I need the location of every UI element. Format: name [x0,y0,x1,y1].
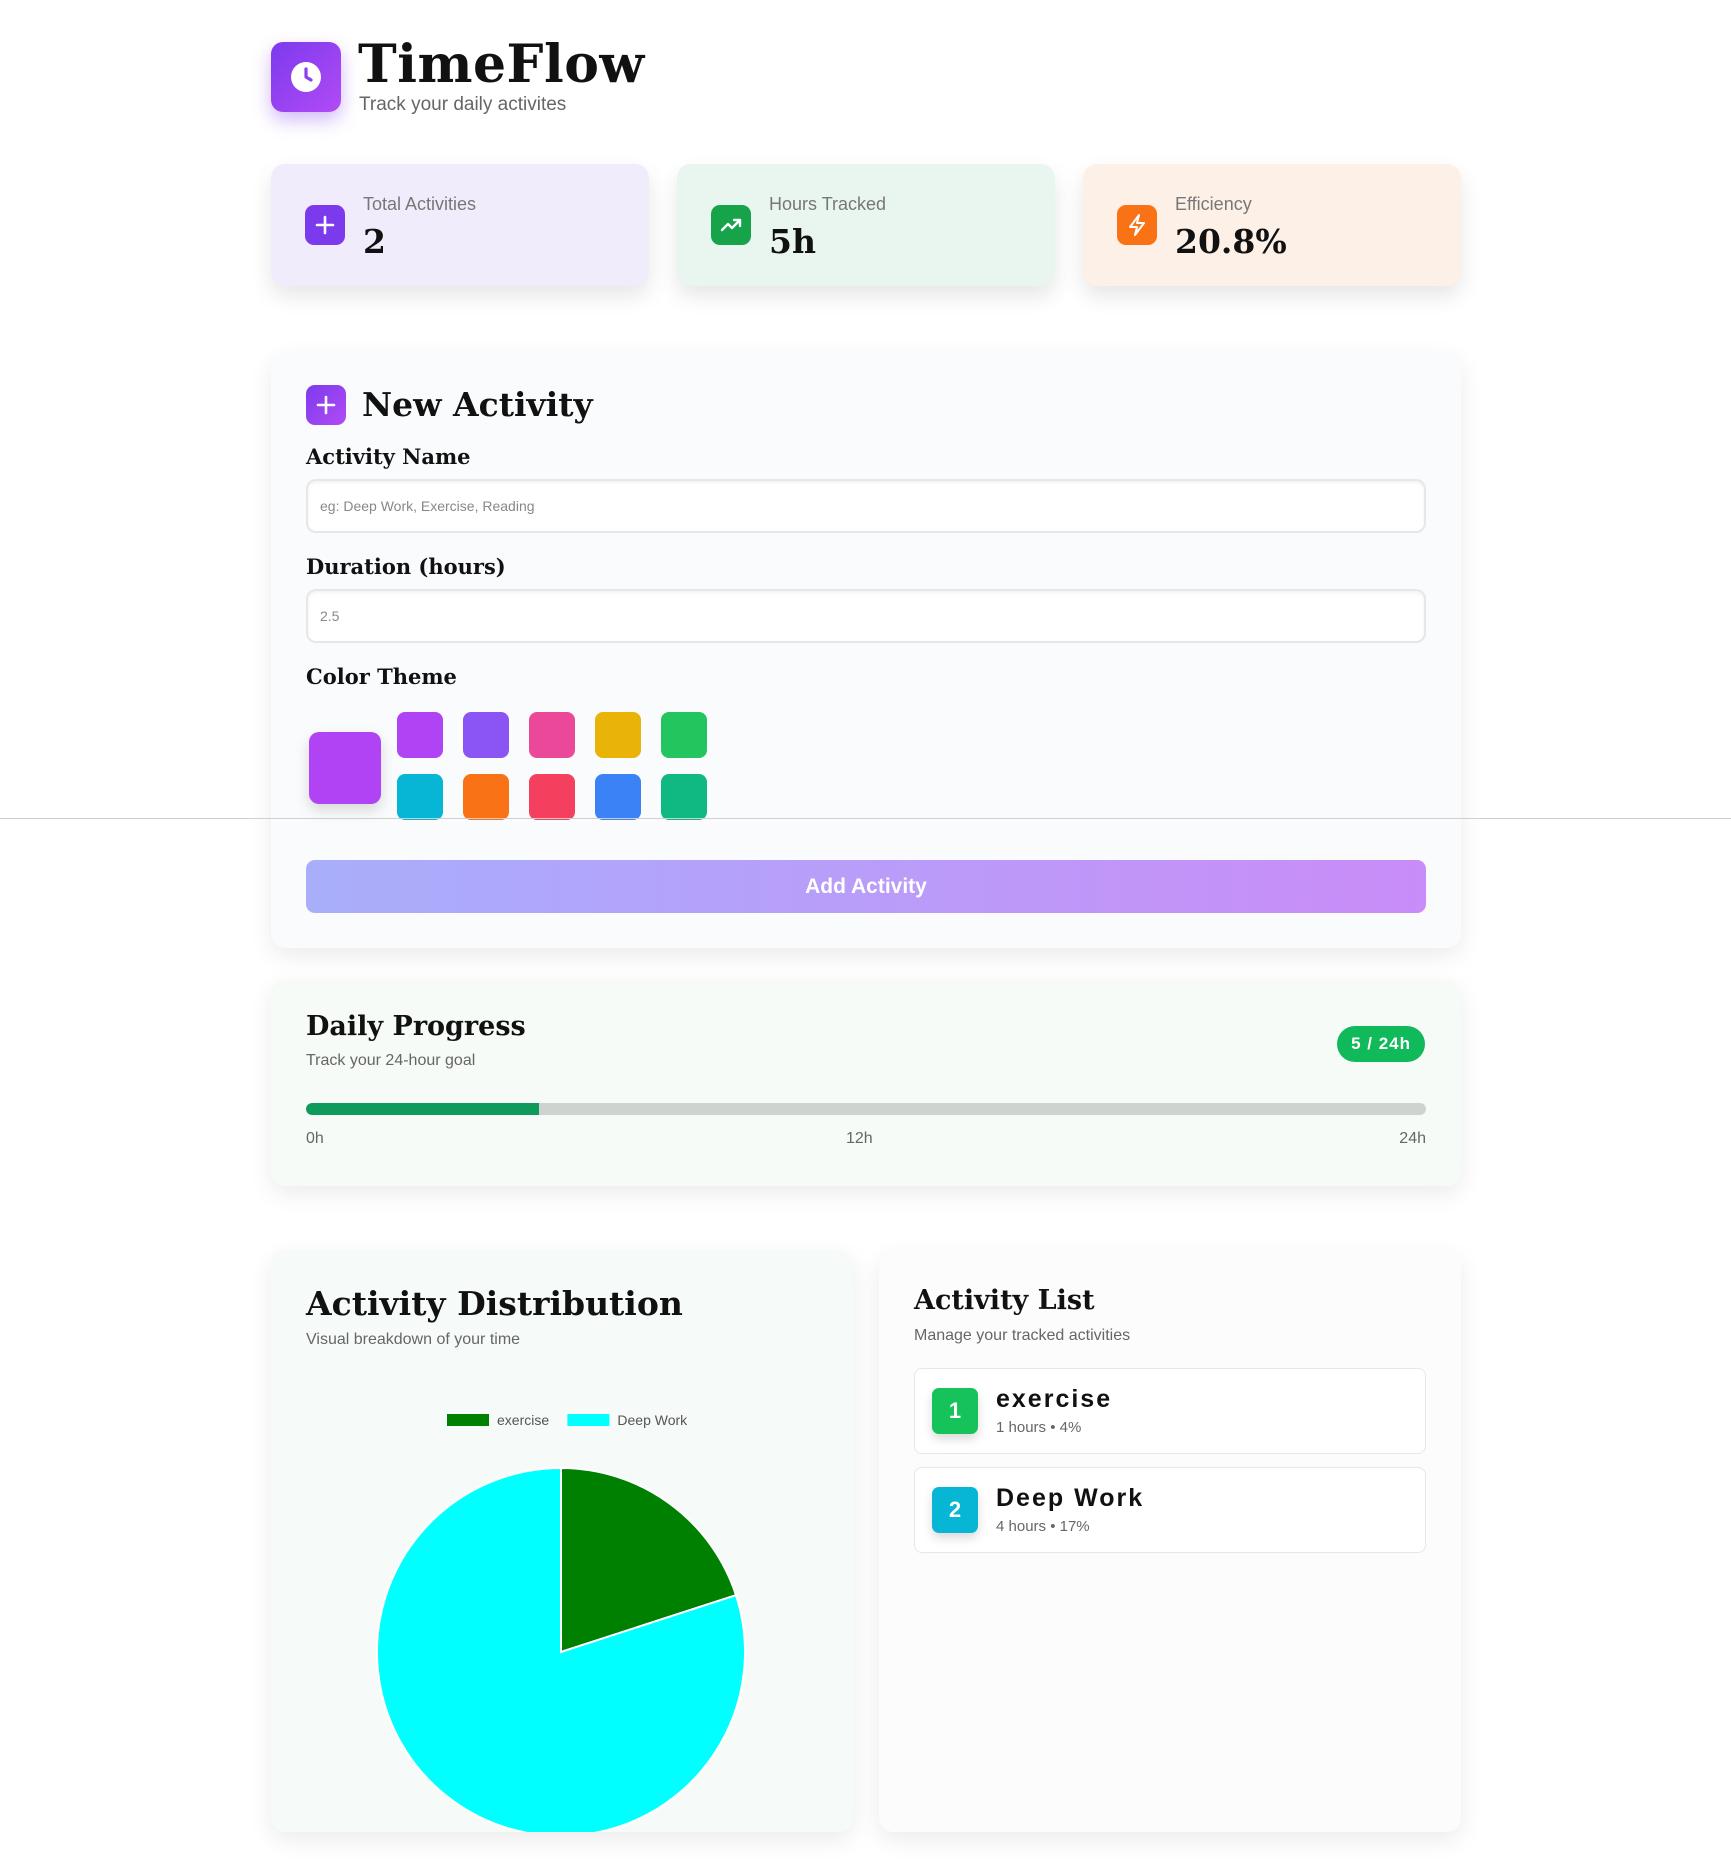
stat-value: 2 [363,222,386,261]
color-swatch[interactable] [397,774,443,820]
progress-fill [306,1103,540,1115]
daily-progress-subtitle: Track your 24-hour goal [306,1052,476,1069]
plus-icon [305,205,345,245]
legend-swatch [567,1414,610,1426]
item-detail: 1 hours • 4% [996,1419,1082,1436]
new-activity-card: New Activity Activity Name Duration (hou… [271,352,1461,948]
legend-swatch [447,1414,489,1426]
stat-card-total-activities: Total Activities 2 [271,164,649,286]
color-swatch[interactable] [529,712,575,758]
stat-label: Total Activities [363,194,477,214]
progress-badge: 5 / 24h [1337,1026,1425,1062]
color-swatch[interactable] [595,774,641,820]
stat-card-hours-tracked: Hours Tracked 5h [677,164,1055,286]
stat-label: Efficiency [1175,194,1252,214]
app-header: TimeFlow Track your daily activites [271,34,971,118]
tick-label-mid: 12h [846,1130,873,1147]
activity-name-label: Activity Name [306,444,471,469]
lightning-icon [1117,205,1157,245]
color-swatch[interactable] [529,774,575,820]
tick-label-end: 24h [1399,1130,1426,1147]
distribution-subtitle: Visual breakdown of your time [306,1331,521,1348]
distribution-title: Activity Distribution [306,1284,683,1323]
item-name: Deep Work [996,1484,1145,1512]
stat-card-efficiency: Efficiency 20.8% [1083,164,1461,286]
app-logo [271,42,341,112]
daily-progress-card: Daily Progress Track your 24-hour goal 5… [271,980,1461,1186]
tick-label-start: 0h [306,1130,324,1147]
activity-distribution-card: Activity Distribution Visual breakdown o… [271,1250,853,1832]
item-detail: 4 hours • 17% [996,1518,1090,1535]
stat-value: 20.8% [1175,222,1287,261]
color-swatch[interactable] [661,774,707,820]
trending-up-icon [711,205,751,245]
pie-chart: exercise Deep Work [376,1412,746,1832]
duration-label: Duration (hours) [306,554,506,579]
list-item[interactable]: 1 exercise 1 hours • 4% [914,1368,1426,1454]
list-item[interactable]: 2 Deep Work 4 hours • 17% [914,1467,1426,1553]
daily-progress-title: Daily Progress [306,1011,526,1042]
duration-input[interactable] [306,589,1426,643]
divider-line [0,818,1731,819]
item-name: exercise [996,1385,1113,1413]
app-subtitle: Track your daily activites [359,94,567,115]
color-theme-label: Color Theme [306,664,457,689]
color-swatch[interactable] [595,712,641,758]
stat-value: 5h [769,222,816,261]
add-activity-button[interactable]: Add Activity [306,860,1426,913]
legend-label: exercise [497,1412,549,1428]
legend-label: Deep Work [617,1412,688,1428]
selected-color-swatch[interactable] [309,732,381,804]
stat-label: Hours Tracked [769,194,887,214]
color-swatch[interactable] [397,712,443,758]
activity-list-subtitle: Manage your tracked activities [914,1327,1131,1344]
clock-icon [291,62,321,92]
activity-list-card: Activity List Manage your tracked activi… [879,1250,1461,1832]
color-swatch[interactable] [463,774,509,820]
activity-name-input[interactable] [306,479,1426,533]
item-number-badge: 2 [932,1487,978,1533]
new-activity-title: New Activity [362,385,593,424]
progress-track [306,1103,1426,1115]
color-swatch[interactable] [463,712,509,758]
app-title: TimeFlow [358,34,645,95]
plus-icon [306,385,346,425]
activity-list-title: Activity List [914,1285,1095,1316]
item-number-badge: 1 [932,1388,978,1434]
color-swatch[interactable] [661,712,707,758]
